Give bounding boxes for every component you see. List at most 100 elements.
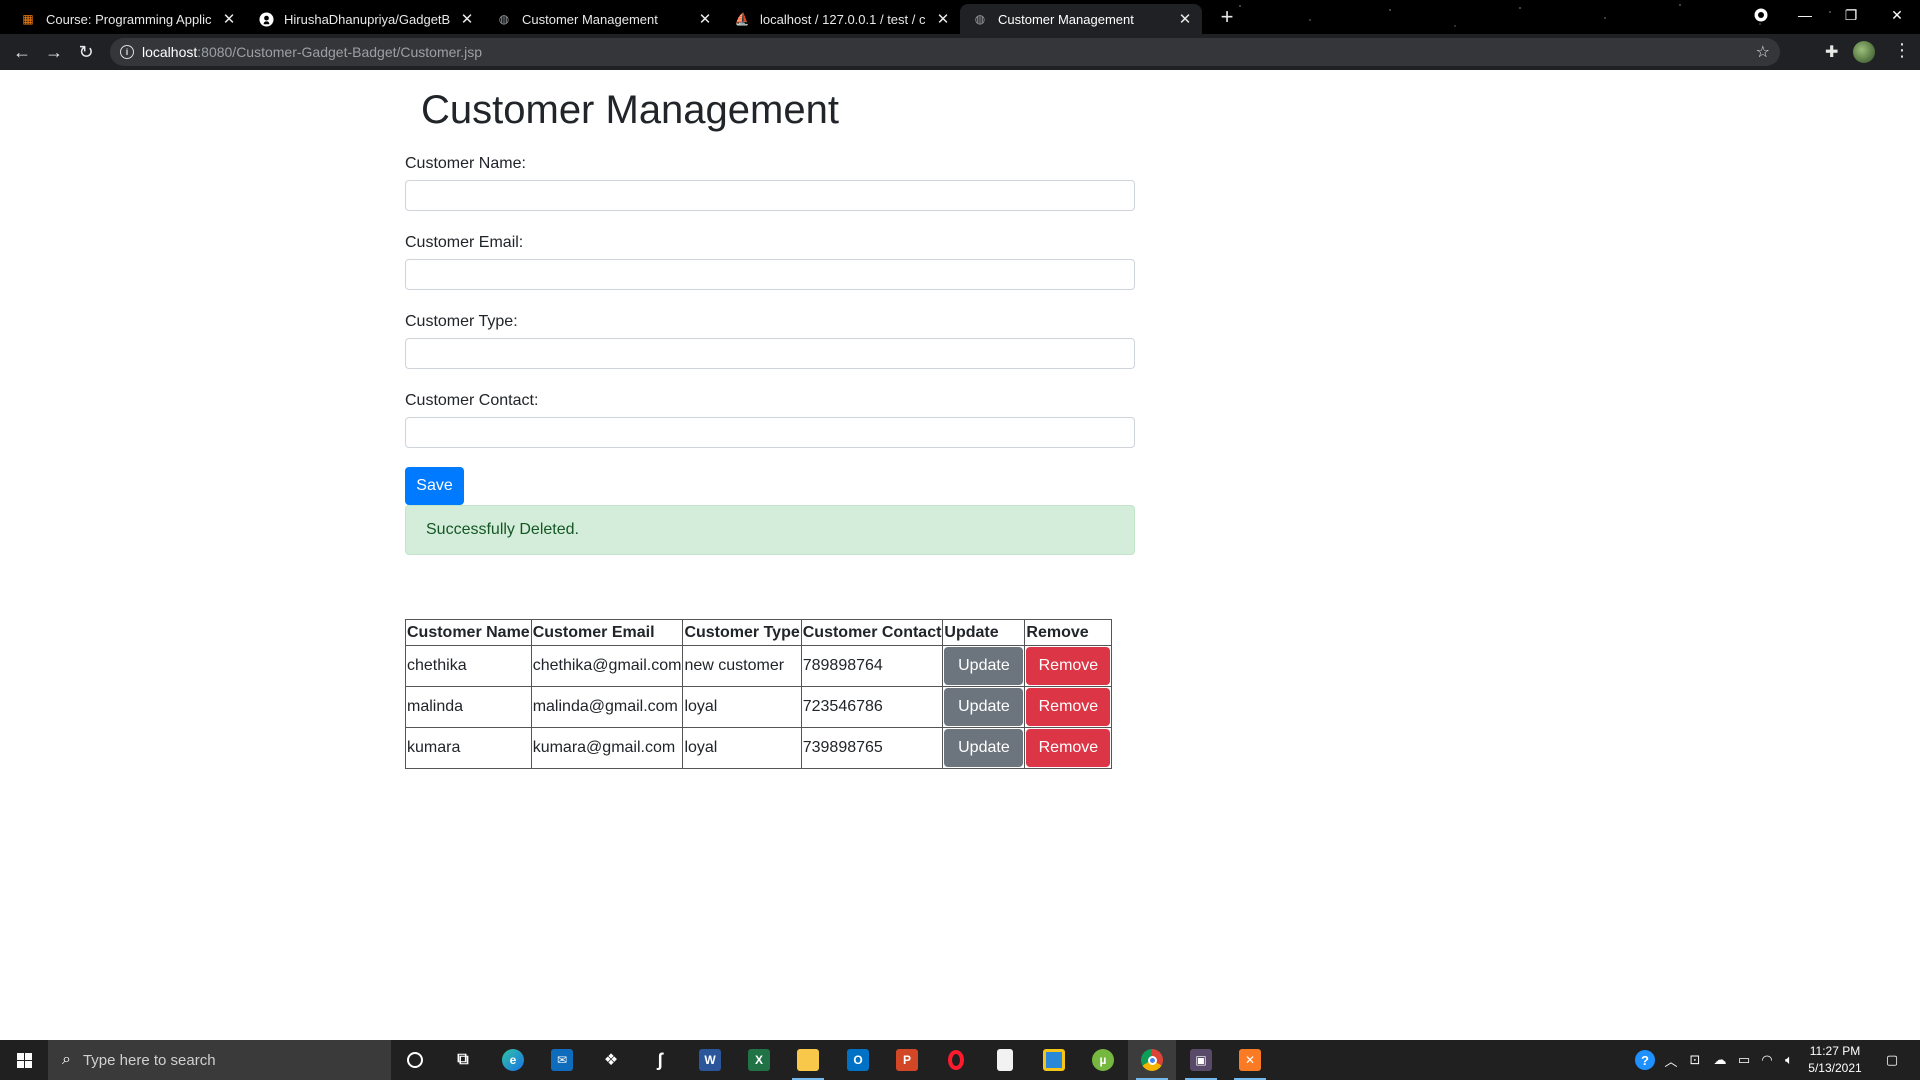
browser-tab[interactable]: HirushaDhanupriya/GadgetBadg ✕ bbox=[246, 4, 484, 34]
customer-table: Customer Name Customer Email Customer Ty… bbox=[405, 619, 1113, 769]
remove-button[interactable]: Remove bbox=[1026, 688, 1111, 726]
remove-button[interactable]: Remove bbox=[1026, 647, 1111, 685]
customer-email-input[interactable] bbox=[405, 259, 1135, 290]
form-group-email: Customer Email: bbox=[405, 231, 1135, 310]
dropbox-icon[interactable]: ❖ bbox=[587, 1040, 635, 1080]
utorrent-icon[interactable]: µ bbox=[1079, 1040, 1127, 1080]
bookmark-star-icon[interactable]: ☆ bbox=[1756, 42, 1770, 62]
record-icon[interactable] bbox=[1738, 0, 1784, 30]
forward-button[interactable]: → bbox=[42, 40, 66, 64]
browser-tab[interactable]: ⛵ localhost / 127.0.0.1 / test / custo ✕ bbox=[722, 4, 960, 34]
cell-contact: 739898765 bbox=[800, 727, 944, 769]
start-button[interactable] bbox=[0, 1040, 48, 1080]
powerpoint-icon[interactable]: P bbox=[883, 1040, 931, 1080]
customer-contact-input[interactable] bbox=[405, 417, 1135, 448]
system-clock[interactable]: 11:27 PM 5/13/2021 bbox=[1800, 1043, 1870, 1077]
reload-button[interactable]: ↻ bbox=[74, 40, 98, 64]
browser-tab-active[interactable]: ◍ Customer Management ✕ bbox=[960, 4, 1202, 34]
file-explorer-icon[interactable] bbox=[784, 1040, 832, 1080]
customer-name-label: Customer Name: bbox=[405, 155, 526, 172]
app-icon[interactable]: ▣ bbox=[1177, 1040, 1225, 1080]
tab-title: HirushaDhanupriya/GadgetBadg bbox=[284, 11, 450, 27]
xampp-icon[interactable]: ✕ bbox=[1226, 1040, 1274, 1080]
tab-title: localhost / 127.0.0.1 / test / custo bbox=[760, 11, 926, 27]
file-icon[interactable] bbox=[981, 1040, 1029, 1080]
profile-avatar[interactable] bbox=[1853, 41, 1875, 63]
table-header-row: Customer Name Customer Email Customer Ty… bbox=[405, 619, 1113, 646]
windows-logo-icon bbox=[16, 1052, 32, 1068]
close-icon[interactable]: ✕ bbox=[458, 10, 476, 28]
cell-name: kumara bbox=[405, 727, 532, 769]
customer-contact-label: Customer Contact: bbox=[405, 392, 539, 409]
search-placeholder: Type here to search bbox=[82, 1051, 216, 1069]
wifi-icon[interactable]: ◠ bbox=[1756, 1040, 1778, 1080]
tab-title: Course: Programming Applicatio bbox=[46, 11, 212, 27]
menu-icon[interactable]: ⋮ bbox=[1893, 40, 1911, 61]
cell-email: chethika@gmail.com bbox=[530, 645, 684, 687]
save-button[interactable]: Save bbox=[405, 467, 464, 505]
address-bar[interactable]: i localhost:8080/Customer-Gadget-Badget/… bbox=[110, 38, 1780, 66]
remove-button[interactable]: Remove bbox=[1026, 729, 1111, 767]
extensions-icon[interactable]: ✚ bbox=[1825, 42, 1838, 62]
column-header: Customer Email bbox=[530, 619, 684, 646]
cell-update: Update bbox=[942, 727, 1026, 769]
cortana-icon[interactable] bbox=[391, 1040, 439, 1080]
outlook-icon[interactable]: O bbox=[834, 1040, 882, 1080]
notifications-icon[interactable]: ▢ bbox=[1872, 1040, 1912, 1080]
onedrive-icon[interactable]: ☁ bbox=[1708, 1040, 1732, 1080]
customer-name-input[interactable] bbox=[405, 180, 1135, 211]
customer-type-input[interactable] bbox=[405, 338, 1135, 369]
opera-icon[interactable] bbox=[932, 1040, 980, 1080]
form-group-contact: Customer Contact: bbox=[405, 389, 1135, 468]
sticky-app-icon[interactable] bbox=[1030, 1040, 1078, 1080]
cell-type: loyal bbox=[682, 727, 802, 769]
close-icon[interactable]: ✕ bbox=[1176, 10, 1194, 28]
close-icon[interactable]: ✕ bbox=[696, 10, 714, 28]
update-button[interactable]: Update bbox=[944, 688, 1024, 726]
cell-contact: 723546786 bbox=[800, 686, 944, 728]
mail-icon[interactable]: ✉ bbox=[538, 1040, 586, 1080]
form-group-name: Customer Name: bbox=[405, 152, 1135, 231]
task-view-icon[interactable]: ⧉ bbox=[439, 1040, 487, 1080]
tab-title: Customer Management bbox=[522, 11, 658, 27]
browser-tab-bar: ▦ Course: Programming Applicatio ✕ Hirus… bbox=[0, 0, 1920, 34]
close-icon[interactable]: ✕ bbox=[934, 10, 952, 28]
cell-type: new customer bbox=[682, 645, 802, 687]
clock-time: 11:27 PM bbox=[1809, 1044, 1861, 1058]
info-icon[interactable]: i bbox=[120, 45, 134, 59]
url-path: :8080/Customer-Gadget-Badget/Customer.js… bbox=[197, 44, 483, 60]
volume-icon[interactable]: 🔈︎ bbox=[1778, 1040, 1800, 1080]
phpmyadmin-icon: ⛵ bbox=[734, 12, 750, 26]
excel-icon[interactable]: X bbox=[735, 1040, 783, 1080]
close-window-button[interactable]: ✕ bbox=[1874, 0, 1920, 30]
taskbar-search[interactable]: ⌕ Type here to search bbox=[48, 1040, 391, 1080]
update-button[interactable]: Update bbox=[944, 729, 1024, 767]
column-header: Remove bbox=[1024, 619, 1113, 646]
cell-update: Update bbox=[942, 686, 1026, 728]
edge-icon[interactable]: e bbox=[489, 1040, 537, 1080]
sublime-icon[interactable]: ʃ bbox=[636, 1040, 684, 1080]
chevron-up-icon[interactable]: ︿ bbox=[1660, 1040, 1682, 1080]
table-row: chethika chethika@gmail.com new customer… bbox=[405, 645, 1113, 687]
cell-name: malinda bbox=[405, 686, 532, 728]
close-icon[interactable]: ✕ bbox=[220, 10, 238, 28]
browser-tab[interactable]: ◍ Customer Management ✕ bbox=[484, 4, 722, 34]
back-button[interactable]: ← bbox=[10, 40, 34, 64]
word-icon[interactable]: W bbox=[686, 1040, 734, 1080]
meet-now-icon[interactable]: ⊡ bbox=[1684, 1040, 1706, 1080]
browser-tab[interactable]: ▦ Course: Programming Applicatio ✕ bbox=[8, 4, 246, 34]
chrome-icon[interactable] bbox=[1128, 1040, 1176, 1080]
new-tab-button[interactable]: + bbox=[1215, 6, 1239, 30]
url-host: localhost bbox=[142, 44, 198, 60]
form-group-type: Customer Type: bbox=[405, 310, 1135, 389]
minimize-button[interactable]: — bbox=[1782, 0, 1828, 30]
cell-remove: Remove bbox=[1024, 645, 1113, 687]
tab-title: Customer Management bbox=[998, 11, 1134, 27]
cell-contact: 789898764 bbox=[800, 645, 944, 687]
help-icon[interactable]: ? bbox=[1628, 1040, 1662, 1080]
search-icon: ⌕ bbox=[62, 1051, 71, 1068]
column-header: Update bbox=[942, 619, 1026, 646]
restore-button[interactable]: ❐ bbox=[1828, 0, 1874, 30]
update-button[interactable]: Update bbox=[944, 647, 1024, 685]
battery-icon[interactable]: ▭ bbox=[1732, 1040, 1756, 1080]
